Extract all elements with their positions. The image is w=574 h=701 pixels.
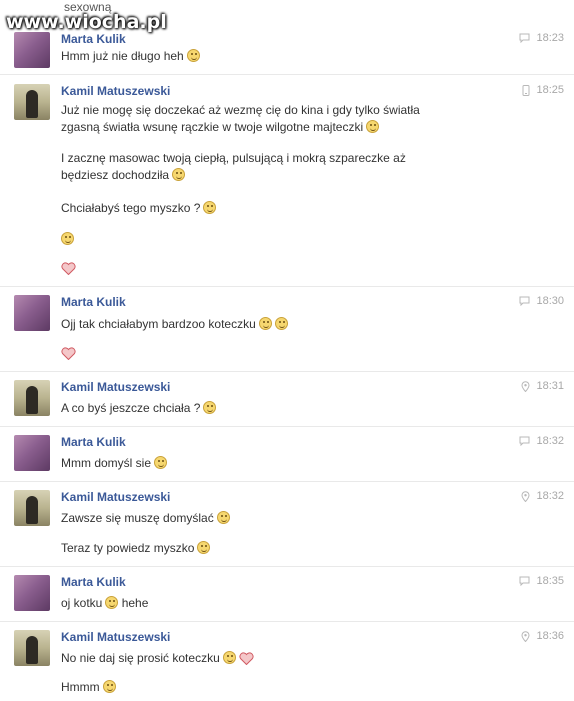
message-time: 18:36 bbox=[536, 630, 564, 642]
sender-name[interactable]: Kamil Matuszewski bbox=[61, 490, 170, 504]
smiley-icon bbox=[105, 596, 119, 609]
message-time: 18:25 bbox=[536, 84, 564, 96]
message-time: 18:32 bbox=[536, 490, 564, 502]
mobile-phone-icon bbox=[522, 84, 530, 96]
smiley-icon bbox=[203, 401, 217, 414]
message-time: 18:32 bbox=[536, 435, 564, 447]
divider bbox=[0, 426, 574, 427]
smiley-icon bbox=[197, 541, 211, 554]
message-text: będziesz dochodziła bbox=[61, 167, 481, 184]
smiley-icon bbox=[216, 511, 230, 524]
sender-name[interactable]: Kamil Matuszewski bbox=[61, 84, 170, 98]
chat-bubble-icon bbox=[519, 576, 530, 586]
message-group: Kamil Matuszewski 18:36 No nie daj się p… bbox=[0, 623, 574, 701]
sender-name[interactable]: Marta Kulik bbox=[61, 575, 126, 589]
message-time: 18:31 bbox=[536, 380, 564, 392]
watermark-logo: www.wiocha.pl bbox=[6, 11, 167, 33]
message-group: Marta Kulik 18:30 Ojj tak chciałabym bar… bbox=[0, 288, 574, 370]
message-text: Zawsze się muszę domyślać bbox=[61, 510, 481, 527]
message-group: Marta Kulik 18:32 Mmm domyśl sie bbox=[0, 428, 574, 480]
chat-bubble-icon bbox=[519, 33, 530, 43]
sender-name[interactable]: Kamil Matuszewski bbox=[61, 630, 170, 644]
message-group: Kamil Matuszewski 18:32 Zawsze się muszę… bbox=[0, 483, 574, 565]
message-time: 18:30 bbox=[536, 295, 564, 307]
message-emoji bbox=[61, 260, 481, 277]
divider bbox=[0, 74, 574, 75]
message-text: zgasną światła wsunę rączkie w twoje wil… bbox=[61, 119, 481, 136]
heart-icon bbox=[239, 652, 254, 665]
divider bbox=[0, 621, 574, 622]
message-text: Chciałabyś tego myszko ? bbox=[61, 200, 481, 217]
message-emoji bbox=[61, 231, 481, 248]
message-text: Hmm już nie długo heh bbox=[61, 48, 481, 65]
message-group: Kamil Matuszewski 18:31 A co byś jeszcze… bbox=[0, 373, 574, 425]
smiley-icon bbox=[154, 456, 168, 469]
avatar[interactable] bbox=[14, 435, 50, 471]
message-group: Kamil Matuszewski 18:25 Już nie mogę się… bbox=[0, 76, 574, 284]
divider bbox=[0, 371, 574, 372]
location-pin-icon bbox=[521, 630, 530, 642]
divider bbox=[0, 286, 574, 287]
message-text: Hmmm bbox=[61, 679, 481, 696]
chat-conversation: www.wiocha.pl sexowną Marta Kulik 18:23 … bbox=[0, 0, 574, 701]
divider bbox=[0, 481, 574, 482]
avatar[interactable] bbox=[14, 490, 50, 526]
avatar[interactable] bbox=[14, 84, 50, 120]
smiley-icon bbox=[102, 680, 116, 693]
message-text: Już nie mogę się doczekać aż wezmę cię d… bbox=[61, 103, 420, 117]
message-text: Teraz ty powiedz myszko bbox=[61, 540, 481, 557]
sender-name[interactable]: Kamil Matuszewski bbox=[61, 380, 170, 394]
smiley-icon bbox=[186, 49, 200, 62]
smiley-icon bbox=[61, 232, 74, 245]
message-text: A co byś jeszcze chciała ? bbox=[61, 400, 481, 417]
message-emoji bbox=[61, 345, 481, 362]
message-text: No nie daj się prosić koteczku bbox=[61, 650, 481, 667]
avatar[interactable] bbox=[14, 575, 50, 611]
smiley-icon bbox=[258, 317, 272, 330]
smiley-icon bbox=[203, 201, 217, 214]
message-text: Mmm domyśl sie bbox=[61, 455, 481, 472]
location-pin-icon bbox=[521, 490, 530, 502]
chat-bubble-icon bbox=[519, 436, 530, 446]
smiley-icon bbox=[274, 317, 288, 330]
message-group: Marta Kulik 18:35 oj kotku hehe bbox=[0, 568, 574, 620]
chat-bubble-icon bbox=[519, 296, 530, 306]
sender-name[interactable]: Marta Kulik bbox=[61, 295, 126, 309]
message-time: 18:23 bbox=[536, 32, 564, 44]
avatar[interactable] bbox=[14, 630, 50, 666]
smiley-icon bbox=[366, 120, 380, 133]
heart-icon bbox=[61, 262, 76, 275]
divider bbox=[0, 566, 574, 567]
heart-icon bbox=[61, 347, 76, 360]
avatar[interactable] bbox=[14, 380, 50, 416]
message-text: oj kotku hehe bbox=[61, 596, 149, 610]
location-pin-icon bbox=[521, 380, 530, 392]
message-text: I zacznę masowac twoją ciepłą, pulsującą… bbox=[61, 151, 406, 165]
smiley-icon bbox=[222, 651, 236, 664]
message-text: Ojj tak chciałabym bardzoo koteczku bbox=[61, 316, 481, 333]
sender-name[interactable]: Marta Kulik bbox=[61, 435, 126, 449]
smiley-icon bbox=[172, 168, 186, 181]
message-time: 18:35 bbox=[536, 575, 564, 587]
avatar[interactable] bbox=[14, 295, 50, 331]
